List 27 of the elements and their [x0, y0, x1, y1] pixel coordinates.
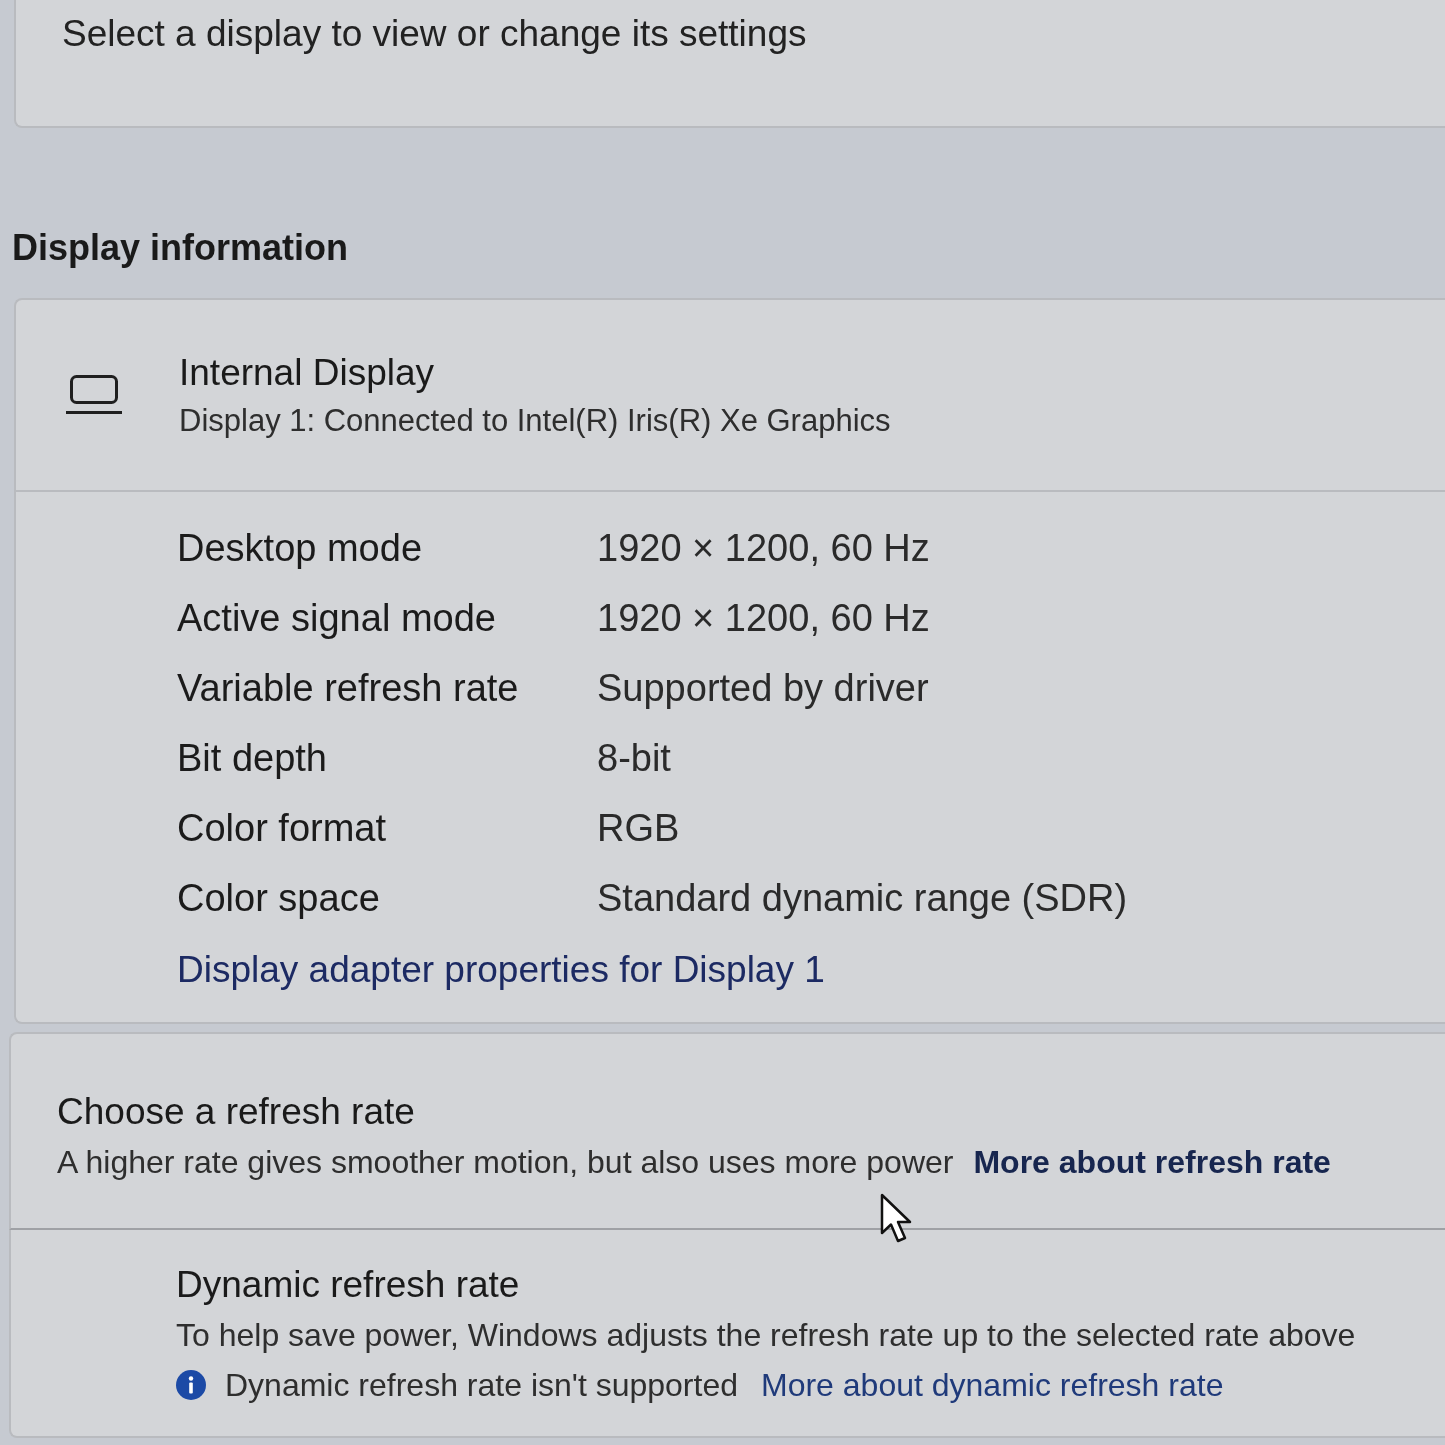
property-label: Variable refresh rate [177, 665, 520, 711]
setting-description: To help save power, Windows adjusts the refresh rate up to the selected rate above [176, 1316, 1357, 1355]
adapter-properties-link[interactable]: Display adapter properties for Display 1 [177, 945, 825, 995]
property-label: Bit depth [177, 735, 328, 781]
laptop-icon [66, 375, 122, 415]
display-subtitle: Display 1: Connected to Intel(R) Iris(R) Xe Graphics [179, 402, 891, 440]
notice-text: Dynamic refresh rate isn't supported [225, 1366, 738, 1405]
property-value: 8-bit [597, 735, 671, 781]
display-title: Internal Display [179, 351, 435, 395]
info-icon [176, 1370, 206, 1400]
property-value: 1920 × 1200, 60 Hz [597, 525, 930, 571]
property-label: Color format [177, 805, 388, 851]
property-value: RGB [597, 805, 680, 851]
property-value: 1920 × 1200, 60 Hz [597, 595, 930, 641]
learn-more-link[interactable]: More about refresh rate [973, 1142, 1331, 1182]
property-value: Supported by driver [597, 665, 929, 711]
setting-description: A higher rate gives smoother motion, but also uses more power [57, 1143, 954, 1182]
instruction-text: Select a display to view or change its settings [62, 12, 808, 56]
property-label: Desktop mode [177, 525, 423, 571]
setting-title: Dynamic refresh rate [176, 1263, 521, 1307]
section-heading: Display information [12, 226, 350, 269]
setting-title: Choose a refresh rate [57, 1090, 416, 1134]
cursor-icon [880, 1193, 914, 1245]
learn-more-link[interactable]: More about dynamic refresh rate [761, 1365, 1224, 1405]
property-label: Active signal mode [177, 595, 497, 641]
property-label: Color space [177, 875, 381, 921]
property-value: Standard dynamic range (SDR) [597, 875, 1128, 921]
